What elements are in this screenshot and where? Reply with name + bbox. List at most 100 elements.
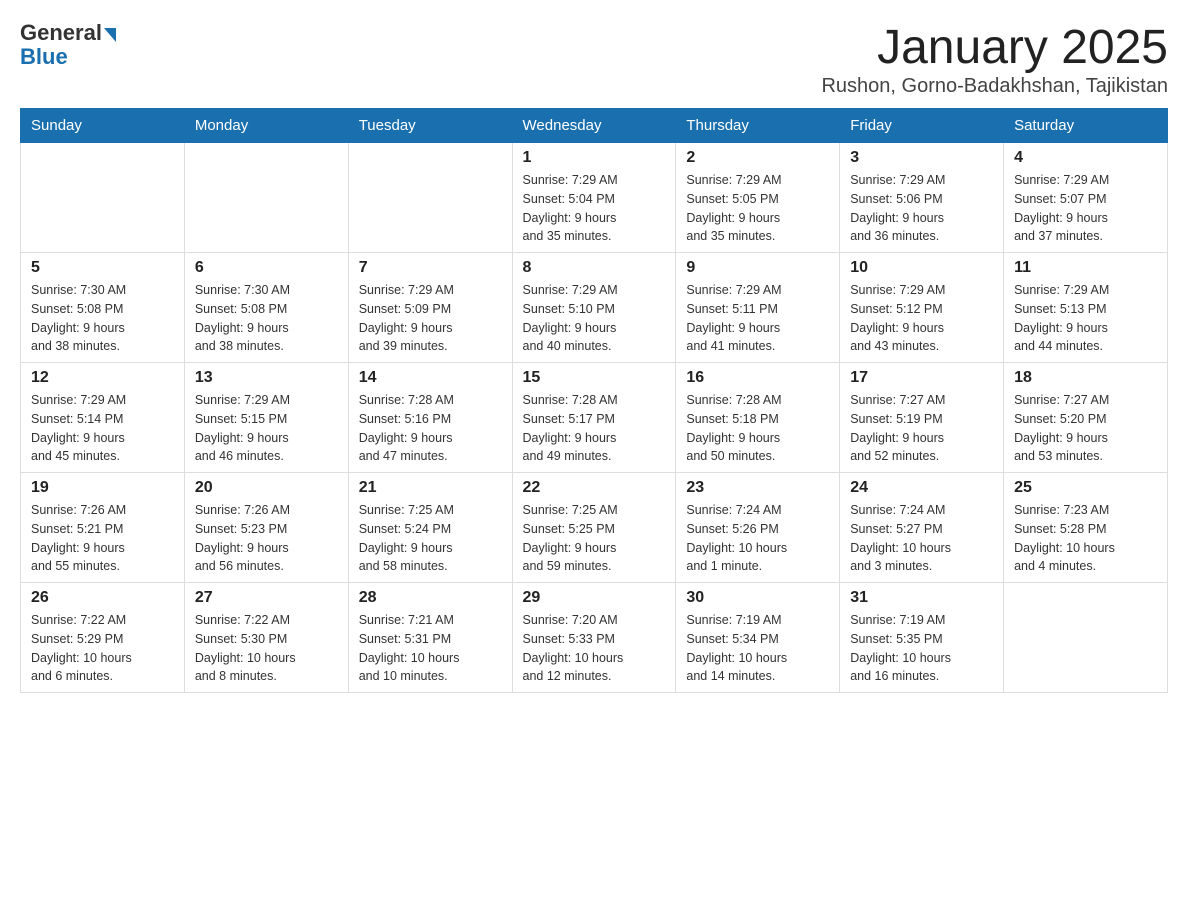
calendar-table: Sunday Monday Tuesday Wednesday Thursday…: [20, 108, 1168, 693]
day-number: 6: [195, 259, 338, 277]
day-number: 1: [523, 149, 666, 167]
day-number: 3: [850, 149, 993, 167]
day-cell: 11Sunrise: 7:29 AM Sunset: 5:13 PM Dayli…: [1004, 253, 1168, 363]
day-number: 22: [523, 479, 666, 497]
day-number: 9: [686, 259, 829, 277]
day-cell: 20 Sunrise: 7:26 AM Sunset: 5:23 PM Dayli…: [184, 473, 348, 583]
day-info: Sunrise: 7:26 AM Sunset: 5:21 PM Dayligh…: [31, 501, 174, 576]
day-number: 5: [31, 259, 174, 277]
day-info: Sunrise: 7:29 AM Sunset: 5:07 PM Dayligh…: [1014, 171, 1157, 246]
day-cell: 3 Sunrise: 7:29 AM Sunset: 5:06 PM Daylig…: [840, 143, 1004, 253]
day-number: 21: [359, 479, 502, 497]
day-cell: 24 Sunrise: 7:24 AM Sunset: 5:27 PM Dayli…: [840, 473, 1004, 583]
logo-triangle-icon: [104, 28, 116, 42]
day-info: Sunrise: 7:21 AM Sunset: 5:31 PM Dayligh…: [359, 611, 502, 686]
day-info: Sunrise: 7:29 AM Sunset: 5:14 PM Dayligh…: [31, 391, 174, 466]
day-info: Sunrise: 7:29 AM Sunset: 5:11 PM Dayligh…: [686, 281, 829, 356]
day-cell: 15Sunrise: 7:28 AM Sunset: 5:17 PM Dayli…: [512, 363, 676, 473]
day-cell: 18Sunrise: 7:27 AM Sunset: 5:20 PM Dayli…: [1004, 363, 1168, 473]
day-cell: 10Sunrise: 7:29 AM Sunset: 5:12 PM Dayli…: [840, 253, 1004, 363]
day-number: 28: [359, 589, 502, 607]
day-number: 4: [1014, 149, 1157, 167]
day-number: 15: [523, 369, 666, 387]
day-cell: 5 Sunrise: 7:30 AM Sunset: 5:08 PM Daylig…: [21, 253, 185, 363]
day-cell: 12 Sunrise: 7:29 AM Sunset: 5:14 PM Dayli…: [21, 363, 185, 473]
day-info: Sunrise: 7:29 AM Sunset: 5:09 PM Dayligh…: [359, 281, 502, 356]
header-thursday: Thursday: [676, 109, 840, 143]
header-wednesday: Wednesday: [512, 109, 676, 143]
day-cell: 29 Sunrise: 7:20 AM Sunset: 5:33 PM Dayli…: [512, 583, 676, 693]
day-number: 12: [31, 369, 174, 387]
day-info: Sunrise: 7:29 AM Sunset: 5:10 PM Dayligh…: [523, 281, 666, 356]
day-number: 20: [195, 479, 338, 497]
page-header: General Blue January 2025 Rushon, Gorno-…: [20, 20, 1168, 98]
header-sunday: Sunday: [21, 109, 185, 143]
day-cell: [348, 143, 512, 253]
day-cell: [1004, 583, 1168, 693]
day-cell: 14Sunrise: 7:28 AM Sunset: 5:16 PM Dayli…: [348, 363, 512, 473]
location-subtitle: Rushon, Gorno-Badakhshan, Tajikistan: [821, 75, 1168, 98]
day-info: Sunrise: 7:28 AM Sunset: 5:18 PM Dayligh…: [686, 391, 829, 466]
day-number: 25: [1014, 479, 1157, 497]
week-row-2: 12 Sunrise: 7:29 AM Sunset: 5:14 PM Dayli…: [21, 363, 1168, 473]
day-cell: 28 Sunrise: 7:21 AM Sunset: 5:31 PM Dayli…: [348, 583, 512, 693]
day-cell: 6 Sunrise: 7:30 AM Sunset: 5:08 PM Daylig…: [184, 253, 348, 363]
day-info: Sunrise: 7:29 AM Sunset: 5:06 PM Dayligh…: [850, 171, 993, 246]
day-number: 8: [523, 259, 666, 277]
day-number: 10: [850, 259, 993, 277]
day-cell: 21Sunrise: 7:25 AM Sunset: 5:24 PM Dayli…: [348, 473, 512, 583]
day-number: 31: [850, 589, 993, 607]
day-info: Sunrise: 7:19 AM Sunset: 5:35 PM Dayligh…: [850, 611, 993, 686]
day-info: Sunrise: 7:20 AM Sunset: 5:33 PM Dayligh…: [523, 611, 666, 686]
day-info: Sunrise: 7:24 AM Sunset: 5:27 PM Dayligh…: [850, 501, 993, 576]
day-info: Sunrise: 7:22 AM Sunset: 5:29 PM Dayligh…: [31, 611, 174, 686]
logo: General Blue: [20, 20, 116, 70]
day-number: 19: [31, 479, 174, 497]
day-cell: 8 Sunrise: 7:29 AM Sunset: 5:10 PM Daylig…: [512, 253, 676, 363]
header-friday: Friday: [840, 109, 1004, 143]
day-number: 23: [686, 479, 829, 497]
day-number: 11: [1014, 259, 1157, 277]
day-cell: 23 Sunrise: 7:24 AM Sunset: 5:26 PM Dayli…: [676, 473, 840, 583]
day-cell: 27 Sunrise: 7:22 AM Sunset: 5:30 PM Dayli…: [184, 583, 348, 693]
title-block: January 2025 Rushon, Gorno-Badakhshan, T…: [821, 20, 1168, 98]
week-row-3: 19 Sunrise: 7:26 AM Sunset: 5:21 PM Dayli…: [21, 473, 1168, 583]
day-cell: 22 Sunrise: 7:25 AM Sunset: 5:25 PM Dayli…: [512, 473, 676, 583]
logo-blue-text: Blue: [20, 44, 68, 70]
day-info: Sunrise: 7:29 AM Sunset: 5:05 PM Dayligh…: [686, 171, 829, 246]
day-cell: 9 Sunrise: 7:29 AM Sunset: 5:11 PM Daylig…: [676, 253, 840, 363]
header-tuesday: Tuesday: [348, 109, 512, 143]
day-cell: 4 Sunrise: 7:29 AM Sunset: 5:07 PM Daylig…: [1004, 143, 1168, 253]
header-saturday: Saturday: [1004, 109, 1168, 143]
day-number: 13: [195, 369, 338, 387]
day-number: 24: [850, 479, 993, 497]
day-info: Sunrise: 7:29 AM Sunset: 5:04 PM Dayligh…: [523, 171, 666, 246]
day-number: 26: [31, 589, 174, 607]
day-cell: 17Sunrise: 7:27 AM Sunset: 5:19 PM Dayli…: [840, 363, 1004, 473]
day-info: Sunrise: 7:30 AM Sunset: 5:08 PM Dayligh…: [195, 281, 338, 356]
day-info: Sunrise: 7:24 AM Sunset: 5:26 PM Dayligh…: [686, 501, 829, 576]
day-cell: [21, 143, 185, 253]
day-cell: 13 Sunrise: 7:29 AM Sunset: 5:15 PM Dayli…: [184, 363, 348, 473]
day-cell: 1 Sunrise: 7:29 AM Sunset: 5:04 PM Daylig…: [512, 143, 676, 253]
day-number: 29: [523, 589, 666, 607]
day-cell: 19 Sunrise: 7:26 AM Sunset: 5:21 PM Dayli…: [21, 473, 185, 583]
day-number: 17: [850, 369, 993, 387]
day-cell: [184, 143, 348, 253]
day-info: Sunrise: 7:27 AM Sunset: 5:20 PM Dayligh…: [1014, 391, 1157, 466]
day-number: 27: [195, 589, 338, 607]
day-info: Sunrise: 7:23 AM Sunset: 5:28 PM Dayligh…: [1014, 501, 1157, 576]
day-number: 16: [686, 369, 829, 387]
day-info: Sunrise: 7:30 AM Sunset: 5:08 PM Dayligh…: [31, 281, 174, 356]
day-info: Sunrise: 7:22 AM Sunset: 5:30 PM Dayligh…: [195, 611, 338, 686]
week-row-4: 26 Sunrise: 7:22 AM Sunset: 5:29 PM Dayli…: [21, 583, 1168, 693]
day-info: Sunrise: 7:29 AM Sunset: 5:15 PM Dayligh…: [195, 391, 338, 466]
day-number: 30: [686, 589, 829, 607]
week-row-1: 5 Sunrise: 7:30 AM Sunset: 5:08 PM Daylig…: [21, 253, 1168, 363]
day-cell: 30Sunrise: 7:19 AM Sunset: 5:34 PM Dayli…: [676, 583, 840, 693]
logo-general-text: General: [20, 20, 102, 46]
day-info: Sunrise: 7:25 AM Sunset: 5:25 PM Dayligh…: [523, 501, 666, 576]
day-number: 14: [359, 369, 502, 387]
day-info: Sunrise: 7:26 AM Sunset: 5:23 PM Dayligh…: [195, 501, 338, 576]
weekday-header-row: Sunday Monday Tuesday Wednesday Thursday…: [21, 109, 1168, 143]
